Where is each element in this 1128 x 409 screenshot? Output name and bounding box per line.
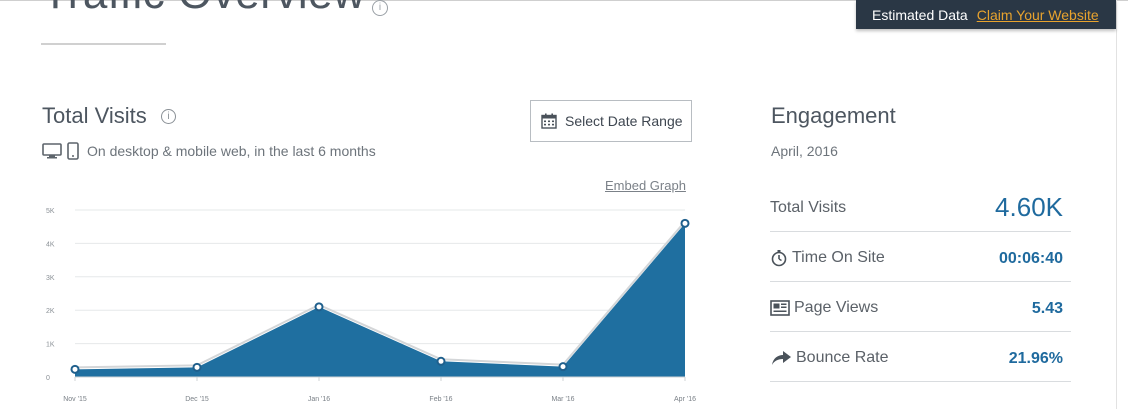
estimated-data-banner: Estimated Data Claim Your Website bbox=[856, 0, 1116, 29]
stopwatch-icon bbox=[771, 250, 787, 267]
embed-graph-link[interactable]: Embed Graph bbox=[605, 178, 686, 193]
bounce-arrow-icon bbox=[772, 351, 791, 365]
title-info-icon[interactable]: i bbox=[372, 0, 388, 16]
x-tick-label: Dec '15 bbox=[185, 396, 209, 403]
data-point bbox=[436, 356, 446, 366]
desktop-icon bbox=[42, 143, 62, 159]
total-visits-value: 4.60K bbox=[995, 192, 1063, 222]
engagement-date: April, 2016 bbox=[771, 143, 838, 159]
engagement-label: Time On Site bbox=[770, 249, 885, 267]
data-point bbox=[314, 302, 324, 312]
engagement-row-total-visits: Total Visits 4.60K bbox=[770, 182, 1071, 232]
x-tick-label: Nov '15 bbox=[63, 396, 87, 403]
claim-website-link[interactable]: Claim Your Website bbox=[977, 7, 1099, 23]
bounce-rate-label: Bounce Rate bbox=[796, 349, 889, 366]
y-tick-label: 3K bbox=[46, 275, 55, 282]
data-point bbox=[192, 362, 202, 372]
y-tick-label: 2K bbox=[46, 308, 55, 315]
y-tick-label: 5K bbox=[46, 208, 55, 215]
x-tick-label: Apr '16 bbox=[674, 396, 696, 403]
page-title: Traffic Overview bbox=[42, 0, 365, 16]
y-tick-label: 0 bbox=[46, 375, 50, 382]
data-point bbox=[558, 362, 568, 372]
page-views-value: 5.43 bbox=[1031, 300, 1063, 317]
y-tick-label: 4K bbox=[46, 241, 55, 248]
engagement-row-bounce-rate: Bounce Rate 21.96% bbox=[770, 332, 1071, 382]
page-views-icon bbox=[770, 300, 790, 316]
series-area bbox=[75, 223, 685, 377]
total-visits-subtitle: On desktop & mobile web, in the last 6 m… bbox=[87, 143, 376, 159]
total-visits-chart: 0 1K 2K 3K 4K 5K Nov '15 Dec '15 Jan '16 Feb '16 M… bbox=[46, 208, 696, 403]
engagement-row-time-on-site: Time On Site 00:06:40 bbox=[770, 232, 1071, 282]
engagement-title: Engagement bbox=[771, 103, 896, 128]
x-tick-label: Mar '16 bbox=[551, 396, 574, 403]
total-visits-label: Total Visits bbox=[770, 199, 847, 216]
right-divider bbox=[1116, 0, 1117, 409]
calendar-icon bbox=[541, 113, 557, 129]
select-date-range-button[interactable]: Select Date Range bbox=[530, 100, 692, 142]
page-views-label: Page Views bbox=[794, 299, 879, 316]
data-point bbox=[70, 364, 80, 374]
info-icon[interactable]: i bbox=[161, 109, 176, 124]
title-underline bbox=[41, 43, 166, 45]
engagement-label: Total Visits bbox=[770, 199, 846, 217]
time-on-site-value: 00:06:40 bbox=[998, 250, 1063, 267]
bounce-rate-value: 21.96% bbox=[1008, 350, 1063, 367]
mobile-icon bbox=[67, 142, 79, 160]
data-point bbox=[680, 218, 690, 228]
y-tick-label: 1K bbox=[46, 342, 55, 349]
engagement-label: Page Views bbox=[770, 299, 878, 317]
time-on-site-label: Time On Site bbox=[792, 249, 885, 266]
total-visits-title: Total Visits bbox=[42, 103, 147, 128]
x-tick-label: Jan '16 bbox=[308, 396, 330, 403]
traffic-overview-page: Traffic Overview i Estimated Data Claim … bbox=[0, 0, 1128, 409]
engagement-row-page-views: Page Views 5.43 bbox=[770, 282, 1071, 332]
estimated-data-label: Estimated Data bbox=[872, 6, 968, 23]
select-date-range-label: Select Date Range bbox=[565, 113, 683, 129]
engagement-label: Bounce Rate bbox=[770, 349, 889, 367]
x-tick-label: Feb '16 bbox=[429, 396, 452, 403]
